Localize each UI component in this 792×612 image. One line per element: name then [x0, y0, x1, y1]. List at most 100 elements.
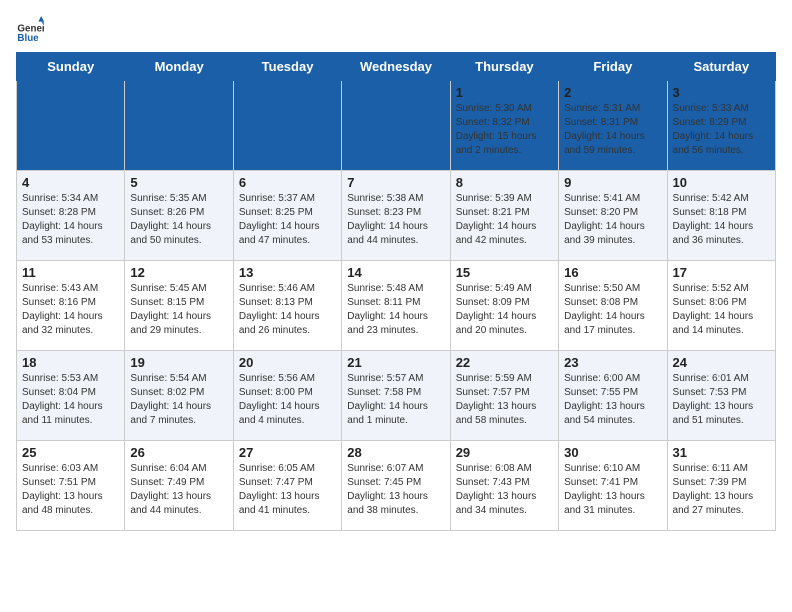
- calendar-cell: [233, 81, 341, 171]
- date-number: 2: [564, 85, 661, 100]
- date-number: 16: [564, 265, 661, 280]
- svg-text:Blue: Blue: [17, 33, 39, 44]
- cell-info: Sunrise: 5:31 AM Sunset: 8:31 PM Dayligh…: [564, 102, 661, 158]
- cell-info: Sunrise: 5:35 AM Sunset: 8:26 PM Dayligh…: [130, 192, 227, 248]
- calendar-cell: 8Sunrise: 5:39 AM Sunset: 8:21 PM Daylig…: [450, 171, 558, 261]
- calendar-cell: [342, 81, 450, 171]
- cell-info: Sunrise: 5:39 AM Sunset: 8:21 PM Dayligh…: [456, 192, 553, 248]
- day-header-tuesday: Tuesday: [233, 53, 341, 81]
- cell-info: Sunrise: 5:45 AM Sunset: 8:15 PM Dayligh…: [130, 282, 227, 338]
- date-number: 23: [564, 355, 661, 370]
- calendar-cell: 30 Sunrise: 6:10 AM Sunset: 7:41 PM Dayli…: [559, 441, 667, 531]
- calendar-cell: 21 Sunrise: 5:57 AM Sunset: 7:58 PM Dayli…: [342, 351, 450, 441]
- cell-info: Sunrise: 5:43 AM Sunset: 8:16 PM Dayligh…: [22, 282, 119, 338]
- week-row-5: 25 Sunrise: 6:03 AM Sunset: 7:51 PM Dayli…: [17, 441, 776, 531]
- header: General Blue: [16, 16, 776, 44]
- day-header-friday: Friday: [559, 53, 667, 81]
- week-row-3: 11Sunrise: 5:43 AM Sunset: 8:16 PM Dayli…: [17, 261, 776, 351]
- cell-info: Sunrise: 5:37 AM Sunset: 8:25 PM Dayligh…: [239, 192, 336, 248]
- cell-info: Sunrise: 5:52 AM Sunset: 8:06 PM Dayligh…: [673, 282, 770, 338]
- cell-info: Sunrise: 6:11 AM Sunset: 7:39 PM Dayligh…: [673, 462, 770, 518]
- cell-info: Sunrise: 6:03 AM Sunset: 7:51 PM Dayligh…: [22, 462, 119, 518]
- date-number: 22: [456, 355, 553, 370]
- calendar-cell: 2 Sunrise: 5:31 AM Sunset: 8:31 PM Daylig…: [559, 81, 667, 171]
- cell-info: Sunrise: 5:56 AM Sunset: 8:00 PM Dayligh…: [239, 372, 336, 428]
- calendar-cell: 6 Sunrise: 5:37 AM Sunset: 8:25 PM Daylig…: [233, 171, 341, 261]
- day-header-monday: Monday: [125, 53, 233, 81]
- date-number: 4: [22, 175, 119, 190]
- calendar-cell: 11Sunrise: 5:43 AM Sunset: 8:16 PM Dayli…: [17, 261, 125, 351]
- logo-icon: General Blue: [16, 16, 44, 44]
- calendar-cell: 10 Sunrise: 5:42 AM Sunset: 8:18 PM Dayli…: [667, 171, 775, 261]
- cell-info: Sunrise: 6:10 AM Sunset: 7:41 PM Dayligh…: [564, 462, 661, 518]
- calendar-cell: [125, 81, 233, 171]
- cell-info: Sunrise: 5:57 AM Sunset: 7:58 PM Dayligh…: [347, 372, 444, 428]
- calendar-cell: 3Sunrise: 5:33 AM Sunset: 8:29 PM Daylig…: [667, 81, 775, 171]
- cell-info: Sunrise: 5:41 AM Sunset: 8:20 PM Dayligh…: [564, 192, 661, 248]
- calendar-cell: 15 Sunrise: 5:49 AM Sunset: 8:09 PM Dayli…: [450, 261, 558, 351]
- date-number: 17: [673, 265, 770, 280]
- date-number: 12: [130, 265, 227, 280]
- calendar-cell: 16 Sunrise: 5:50 AM Sunset: 8:08 PM Dayli…: [559, 261, 667, 351]
- calendar-cell: 28 Sunrise: 6:07 AM Sunset: 7:45 PM Dayli…: [342, 441, 450, 531]
- calendar-cell: 22 Sunrise: 5:59 AM Sunset: 7:57 PM Dayli…: [450, 351, 558, 441]
- cell-info: Sunrise: 5:34 AM Sunset: 8:28 PM Dayligh…: [22, 192, 119, 248]
- cell-info: Sunrise: 5:54 AM Sunset: 8:02 PM Dayligh…: [130, 372, 227, 428]
- date-number: 27: [239, 445, 336, 460]
- date-number: 28: [347, 445, 444, 460]
- cell-info: Sunrise: 5:42 AM Sunset: 8:18 PM Dayligh…: [673, 192, 770, 248]
- week-row-4: 18 Sunrise: 5:53 AM Sunset: 8:04 PM Dayli…: [17, 351, 776, 441]
- cell-info: Sunrise: 6:00 AM Sunset: 7:55 PM Dayligh…: [564, 372, 661, 428]
- day-header-wednesday: Wednesday: [342, 53, 450, 81]
- cell-info: Sunrise: 6:05 AM Sunset: 7:47 PM Dayligh…: [239, 462, 336, 518]
- calendar-cell: 13Sunrise: 5:46 AM Sunset: 8:13 PM Dayli…: [233, 261, 341, 351]
- date-number: 25: [22, 445, 119, 460]
- cell-info: Sunrise: 6:07 AM Sunset: 7:45 PM Dayligh…: [347, 462, 444, 518]
- date-number: 10: [673, 175, 770, 190]
- date-number: 5: [130, 175, 227, 190]
- day-header-saturday: Saturday: [667, 53, 775, 81]
- calendar-cell: 19Sunrise: 5:54 AM Sunset: 8:02 PM Dayli…: [125, 351, 233, 441]
- date-number: 31: [673, 445, 770, 460]
- date-number: 3: [673, 85, 770, 100]
- cell-info: Sunrise: 5:53 AM Sunset: 8:04 PM Dayligh…: [22, 372, 119, 428]
- date-number: 29: [456, 445, 553, 460]
- day-header-thursday: Thursday: [450, 53, 558, 81]
- calendar-cell: 9 Sunrise: 5:41 AM Sunset: 8:20 PM Daylig…: [559, 171, 667, 261]
- calendar-cell: 31 Sunrise: 6:11 AM Sunset: 7:39 PM Dayli…: [667, 441, 775, 531]
- date-number: 7: [347, 175, 444, 190]
- cell-info: Sunrise: 5:59 AM Sunset: 7:57 PM Dayligh…: [456, 372, 553, 428]
- calendar-cell: 24Sunrise: 6:01 AM Sunset: 7:53 PM Dayli…: [667, 351, 775, 441]
- date-number: 18: [22, 355, 119, 370]
- calendar-cell: 29Sunrise: 6:08 AM Sunset: 7:43 PM Dayli…: [450, 441, 558, 531]
- date-number: 6: [239, 175, 336, 190]
- day-header-sunday: Sunday: [17, 53, 125, 81]
- calendar-cell: 7 Sunrise: 5:38 AM Sunset: 8:23 PM Daylig…: [342, 171, 450, 261]
- header-row: SundayMondayTuesdayWednesdayThursdayFrid…: [17, 53, 776, 81]
- cell-info: Sunrise: 5:38 AM Sunset: 8:23 PM Dayligh…: [347, 192, 444, 248]
- calendar-cell: [17, 81, 125, 171]
- date-number: 14: [347, 265, 444, 280]
- week-row-2: 4 Sunrise: 5:34 AM Sunset: 8:28 PM Daylig…: [17, 171, 776, 261]
- calendar-cell: 5 Sunrise: 5:35 AM Sunset: 8:26 PM Daylig…: [125, 171, 233, 261]
- date-number: 15: [456, 265, 553, 280]
- calendar-cell: 25 Sunrise: 6:03 AM Sunset: 7:51 PM Dayli…: [17, 441, 125, 531]
- calendar-cell: 14 Sunrise: 5:48 AM Sunset: 8:11 PM Dayli…: [342, 261, 450, 351]
- cell-info: Sunrise: 5:30 AM Sunset: 8:32 PM Dayligh…: [456, 102, 553, 158]
- calendar-cell: 1Sunrise: 5:30 AM Sunset: 8:32 PM Daylig…: [450, 81, 558, 171]
- date-number: 30: [564, 445, 661, 460]
- cell-info: Sunrise: 6:04 AM Sunset: 7:49 PM Dayligh…: [130, 462, 227, 518]
- calendar-cell: 18 Sunrise: 5:53 AM Sunset: 8:04 PM Dayli…: [17, 351, 125, 441]
- calendar-cell: 27 Sunrise: 6:05 AM Sunset: 7:47 PM Dayli…: [233, 441, 341, 531]
- date-number: 20: [239, 355, 336, 370]
- date-number: 9: [564, 175, 661, 190]
- cell-info: Sunrise: 5:49 AM Sunset: 8:09 PM Dayligh…: [456, 282, 553, 338]
- cell-info: Sunrise: 5:50 AM Sunset: 8:08 PM Dayligh…: [564, 282, 661, 338]
- date-number: 21: [347, 355, 444, 370]
- calendar-cell: 4 Sunrise: 5:34 AM Sunset: 8:28 PM Daylig…: [17, 171, 125, 261]
- cell-info: Sunrise: 5:48 AM Sunset: 8:11 PM Dayligh…: [347, 282, 444, 338]
- calendar-cell: 17 Sunrise: 5:52 AM Sunset: 8:06 PM Dayli…: [667, 261, 775, 351]
- cell-info: Sunrise: 6:01 AM Sunset: 7:53 PM Dayligh…: [673, 372, 770, 428]
- cell-info: Sunrise: 5:46 AM Sunset: 8:13 PM Dayligh…: [239, 282, 336, 338]
- calendar-cell: 12 Sunrise: 5:45 AM Sunset: 8:15 PM Dayli…: [125, 261, 233, 351]
